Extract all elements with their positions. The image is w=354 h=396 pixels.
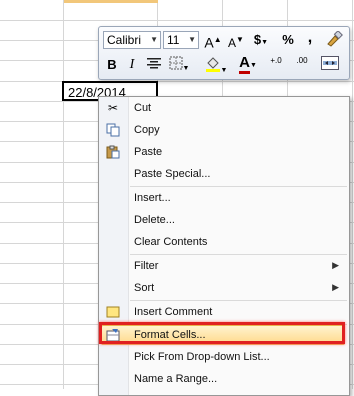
clipboard-icon bbox=[106, 145, 120, 159]
italic-button[interactable]: I bbox=[125, 56, 139, 74]
menu-item-name-range[interactable]: Name a Range... bbox=[134, 368, 217, 390]
selected-column-header-edge bbox=[64, 0, 158, 3]
menu-item-cut[interactable]: Cut bbox=[134, 97, 151, 119]
submenu-arrow-icon: ▶ bbox=[332, 260, 339, 270]
annotation-highlight-box bbox=[99, 322, 345, 344]
paintbrush-icon bbox=[327, 30, 343, 47]
menu-item-delete[interactable]: Delete... bbox=[134, 209, 175, 231]
menu-item-sort[interactable]: Sort bbox=[134, 277, 154, 299]
align-center-icon bbox=[147, 58, 161, 69]
increase-decimal-icon: +.0 bbox=[270, 56, 282, 65]
comma-style-button[interactable]: , bbox=[303, 29, 317, 47]
grow-font-icon: A bbox=[204, 34, 214, 51]
decrease-decimal-icon: .00 bbox=[296, 56, 308, 65]
fill-color-button[interactable]: ▼ bbox=[203, 56, 229, 74]
format-painter-button[interactable] bbox=[323, 30, 345, 49]
merge-center-button[interactable] bbox=[319, 56, 341, 74]
comment-icon bbox=[106, 305, 120, 319]
italic-icon: I bbox=[129, 57, 135, 72]
bold-icon: B bbox=[107, 57, 117, 72]
grid-column-line bbox=[63, 0, 64, 389]
menu-item-copy[interactable]: Copy bbox=[134, 119, 160, 141]
font-name-value: Calibri bbox=[107, 33, 142, 47]
chevron-down-icon: ▼ bbox=[188, 35, 196, 44]
menu-item-pick-from-list[interactable]: Pick From Drop-down List... bbox=[134, 346, 270, 368]
menu-item-insert-comment[interactable]: Insert Comment bbox=[134, 301, 212, 323]
borders-icon bbox=[169, 56, 183, 70]
menu-item-filter[interactable]: Filter bbox=[134, 255, 158, 277]
scissors-icon: ✂ bbox=[107, 101, 119, 115]
mini-toolbar: Calibri ▼ 11 ▼ A▲ A▼ $▼ % , B I ▼ ▼ A▼ +… bbox=[98, 26, 350, 80]
font-color-icon: A bbox=[239, 54, 250, 74]
font-color-button[interactable]: A▼ bbox=[235, 54, 261, 74]
bold-button[interactable]: B bbox=[105, 56, 119, 74]
decrease-decimal-button[interactable]: .00 bbox=[291, 56, 313, 74]
copy-icon bbox=[106, 123, 120, 137]
font-name-select[interactable]: Calibri ▼ bbox=[103, 31, 161, 49]
increase-decimal-button[interactable]: +.0 bbox=[265, 56, 287, 74]
menu-item-paste-special[interactable]: Paste Special... bbox=[134, 163, 210, 185]
context-menu: ✂ Cut Copy Paste Paste Special... Insert… bbox=[98, 96, 350, 396]
center-align-button[interactable] bbox=[145, 56, 163, 74]
shrink-font-icon: A bbox=[228, 36, 237, 50]
grid-row-line bbox=[0, 81, 354, 82]
menu-item-clear-contents[interactable]: Clear Contents bbox=[134, 231, 207, 253]
comma-icon: , bbox=[307, 29, 313, 46]
submenu-arrow-icon: ▶ bbox=[332, 282, 339, 292]
font-size-value: 11 bbox=[167, 33, 180, 47]
font-size-select[interactable]: 11 ▼ bbox=[163, 31, 199, 49]
grid-row-line bbox=[0, 20, 354, 21]
grid-column-line bbox=[352, 0, 353, 389]
currency-button[interactable]: $▼ bbox=[249, 31, 273, 49]
grow-font-button[interactable]: A▲ bbox=[203, 31, 223, 51]
percent-button[interactable]: % bbox=[279, 31, 297, 49]
borders-button[interactable]: ▼ bbox=[167, 56, 191, 74]
menu-item-insert[interactable]: Insert... bbox=[134, 187, 171, 209]
menu-item-paste[interactable]: Paste bbox=[134, 141, 162, 163]
menu-icon-strip bbox=[99, 97, 129, 395]
shrink-font-button[interactable]: A▼ bbox=[226, 31, 246, 50]
chevron-down-icon: ▼ bbox=[150, 35, 158, 44]
merge-cells-icon bbox=[321, 56, 339, 70]
paint-bucket-icon bbox=[205, 57, 220, 72]
menu-separator bbox=[130, 254, 347, 255]
percent-icon: % bbox=[282, 32, 294, 47]
